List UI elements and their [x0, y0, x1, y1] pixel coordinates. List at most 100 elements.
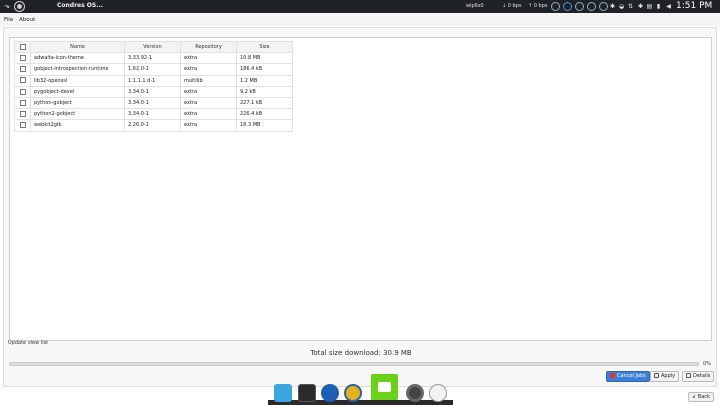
row-check-cell — [14, 85, 31, 98]
menu-file[interactable]: File — [4, 17, 13, 23]
clock[interactable]: 1:51 PM — [676, 1, 712, 11]
package-repository: extra — [180, 63, 237, 76]
package-version: 3.34.0-1 — [124, 85, 181, 98]
package-repository: extra — [180, 108, 237, 121]
column-name[interactable]: Name — [30, 40, 125, 54]
row-checkbox[interactable] — [19, 110, 26, 117]
row-checkbox[interactable] — [19, 122, 26, 129]
clipboard-icon[interactable]: ▤ — [646, 3, 653, 10]
package-version: 3.34.0-1 — [124, 108, 181, 121]
package-repository: extra — [180, 119, 237, 132]
battery-icon[interactable]: ▮ — [655, 3, 662, 10]
table-row[interactable]: pygobject-devel 3.34.0-1 extra 9.2 kB — [14, 85, 293, 98]
package-size: 227.1 kB — [236, 96, 293, 110]
package-version: 3.34.0-1 — [124, 96, 181, 110]
upload-speed-value: 0 bps — [533, 3, 548, 9]
main-window: Name Version Repository Size adwaita-ico… — [3, 27, 717, 387]
package-version: 3.33.92-1 — [124, 52, 181, 65]
back-label: Back — [697, 394, 710, 400]
package-name: python-gobject — [30, 96, 125, 110]
cancel-icon — [610, 373, 615, 378]
column-repository[interactable]: Repository — [180, 40, 237, 54]
upload-speed-label: ↑ 0 bps — [528, 3, 548, 9]
download-speed-value: 0 bps — [507, 3, 522, 9]
progress-bar — [9, 362, 699, 366]
table-row[interactable]: python-gobject 3.34.0-1 extra 227.1 kB — [14, 96, 293, 110]
row-checkbox[interactable] — [19, 99, 26, 106]
wifi-icon[interactable]: ◒ — [618, 3, 625, 10]
apply-button[interactable]: Apply — [650, 371, 680, 382]
row-checkbox[interactable] — [19, 55, 26, 62]
memory-meter-icon[interactable] — [563, 2, 572, 11]
row-check-cell — [14, 63, 31, 76]
row-check-cell — [14, 119, 31, 132]
table-header-row: Name Version Repository Size — [14, 40, 293, 54]
disk-meter-icon[interactable] — [587, 2, 596, 11]
menu-arrow-icon[interactable]: ⬎ — [4, 2, 10, 10]
package-size: 186.4 kB — [236, 63, 293, 76]
package-repository: extra — [180, 96, 237, 110]
row-checkbox[interactable] — [19, 88, 26, 95]
clock-icon[interactable] — [429, 384, 447, 402]
cancel-jobs-button[interactable]: Cancel Jobs — [606, 371, 650, 382]
apply-icon — [654, 373, 659, 378]
window-title: Condres OS... — [57, 2, 104, 9]
bluetooth-icon[interactable]: ✱ — [609, 3, 616, 10]
package-size: 18.3 MB — [236, 119, 293, 132]
package-version: 2.26.0-1 — [124, 119, 181, 132]
package-size: 10.8 MB — [236, 52, 293, 65]
home-folder-icon[interactable] — [274, 384, 292, 402]
swap-meter-icon[interactable] — [575, 2, 584, 11]
row-checkbox[interactable] — [19, 66, 26, 73]
volume-icon[interactable]: ◀ — [665, 3, 672, 10]
top-panel: ⬎ Condres OS... wlp6s0 ↓ 0 bps ↑ 0 bps ✱… — [0, 0, 720, 13]
package-repository: extra — [180, 52, 237, 65]
table-row[interactable]: webkit2gtk 2.26.0-1 extra 18.3 MB — [14, 119, 293, 132]
menu-about[interactable]: About — [19, 17, 35, 23]
back-button[interactable]: ↲ Back — [688, 392, 714, 402]
select-all-checkbox[interactable] — [19, 43, 26, 50]
package-size: 226.4 kB — [236, 108, 293, 121]
row-check-cell — [14, 96, 31, 110]
table-row[interactable]: adwaita-icon-theme 3.33.92-1 extra 10.8 … — [14, 52, 293, 65]
package-name: webkit2gtk — [30, 119, 125, 132]
package-table: Name Version Repository Size adwaita-ico… — [14, 40, 293, 132]
network-icon[interactable]: ⇅ — [627, 3, 634, 10]
package-name: gobject-introspection-runtime — [30, 63, 125, 76]
menubar: File About — [0, 13, 720, 26]
network-interface-label: wlp6s0 — [466, 3, 484, 9]
table-row[interactable]: gobject-introspection-runtime 1.62.0-1 e… — [14, 63, 293, 76]
package-name: pygobject-devel — [30, 85, 125, 98]
package-name: python2-gobject — [30, 108, 125, 121]
select-all-cell — [14, 40, 31, 54]
sync-icon[interactable] — [344, 384, 362, 402]
temperature-meter-icon[interactable] — [599, 2, 608, 11]
package-name: lib32-openssl — [30, 74, 125, 87]
row-check-cell — [14, 52, 31, 65]
terminal-icon[interactable] — [298, 384, 316, 402]
screenshot-icon[interactable] — [371, 374, 398, 400]
download-speed-label: ↓ 0 bps — [502, 3, 522, 9]
row-check-cell — [14, 108, 31, 121]
settings-icon[interactable] — [406, 384, 424, 402]
row-checkbox[interactable] — [19, 77, 26, 84]
dock — [268, 374, 453, 405]
app-logo-icon[interactable] — [15, 2, 24, 11]
table-row[interactable]: lib32-openssl 1:1.1.1.d-1 multilib 1.2 M… — [14, 74, 293, 87]
package-repository: multilib — [180, 74, 237, 87]
progress-percent: 0% — [703, 361, 711, 367]
bluetooth-tray-icon[interactable]: ✱ — [637, 3, 644, 10]
details-button[interactable]: Details — [682, 371, 715, 382]
camera-body-icon — [378, 382, 391, 392]
package-version: 1.62.0-1 — [124, 63, 181, 76]
mouse-cursor-icon: ↖ — [369, 398, 375, 405]
table-row[interactable]: python2-gobject 3.34.0-1 extra 226.4 kB — [14, 108, 293, 121]
row-check-cell — [14, 74, 31, 87]
package-size: 9.2 kB — [236, 85, 293, 98]
package-list: Name Version Repository Size adwaita-ico… — [9, 37, 712, 341]
browser-icon[interactable] — [321, 384, 339, 402]
details-icon — [686, 373, 691, 378]
column-size[interactable]: Size — [236, 40, 293, 54]
column-version[interactable]: Version — [124, 40, 181, 54]
cpu-meter-icon[interactable] — [551, 2, 560, 11]
